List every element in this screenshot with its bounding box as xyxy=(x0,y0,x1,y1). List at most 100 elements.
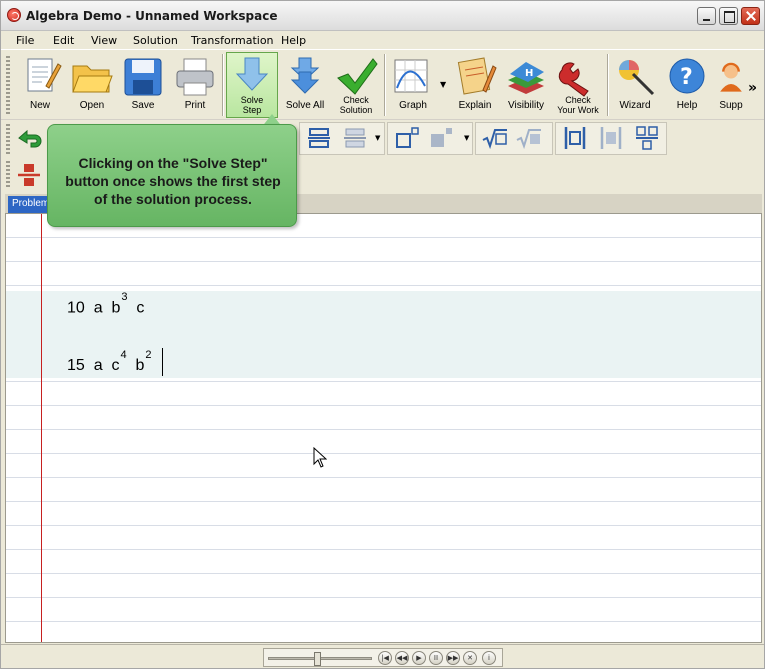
menu-transformation[interactable]: Transformation xyxy=(191,34,274,47)
toolbar-separator xyxy=(222,54,224,116)
support-button[interactable]: Supp xyxy=(713,52,749,118)
maximize-button[interactable] xyxy=(719,7,738,25)
toolbar-grip[interactable] xyxy=(6,56,10,114)
svg-text:?: ? xyxy=(680,65,693,90)
fraction-box-icon xyxy=(636,126,658,150)
floppy-disk-icon xyxy=(124,58,162,96)
align-options-button[interactable] xyxy=(341,124,369,152)
variable: c xyxy=(111,357,120,375)
notepad-icon xyxy=(457,57,497,95)
variable: b xyxy=(135,357,145,375)
text-caret xyxy=(161,348,163,376)
nth-root-button[interactable] xyxy=(515,124,543,152)
toolbar-separator xyxy=(384,54,386,116)
status-bar: |◀ ◀◀ ▶ II ▶▶ ✕ i xyxy=(1,644,764,668)
toolbar-separator xyxy=(607,54,609,116)
variable: b xyxy=(111,299,121,317)
play-icon[interactable]: ▶ xyxy=(412,651,426,665)
visibility-button[interactable]: H Visibility xyxy=(502,52,550,118)
fraction-box-button[interactable] xyxy=(633,124,661,152)
divide-button[interactable] xyxy=(15,161,43,189)
subscript-box-icon xyxy=(431,128,452,147)
undo-button[interactable] xyxy=(15,124,43,152)
tutorial-callout: Clicking on the "Solve Step" button once… xyxy=(47,124,297,227)
menu-edit[interactable]: Edit xyxy=(53,34,74,47)
rewind-icon[interactable]: ◀◀ xyxy=(395,651,409,665)
toolbar-overflow-button[interactable]: » xyxy=(748,80,757,96)
worksheet[interactable]: 10 a b3 c 15 a c4 b2 xyxy=(5,213,762,643)
info-icon[interactable]: i xyxy=(482,651,496,665)
expression-line-2[interactable]: 15 a c4 b2 xyxy=(67,348,163,380)
double-arrow-down-icon xyxy=(290,57,320,94)
checkmark-icon xyxy=(337,58,378,95)
box-dropdown-icon[interactable]: ▼ xyxy=(464,134,469,142)
fast-forward-icon[interactable]: ▶▶ xyxy=(446,651,460,665)
support-label: Supp xyxy=(719,100,743,111)
save-button[interactable]: Save xyxy=(119,52,167,118)
open-label: Open xyxy=(79,100,105,111)
mouse-pointer-icon xyxy=(313,447,327,468)
subscript-box-button[interactable] xyxy=(427,124,455,152)
exponent: 3 xyxy=(121,291,128,303)
solve-step-label: Solve Step xyxy=(240,95,264,115)
nth-root-icon xyxy=(516,129,541,150)
undo-arrow-icon xyxy=(18,129,42,148)
align-dropdown-icon[interactable]: ▼ xyxy=(375,134,380,142)
window-title: Algebra Demo - Unnamed Workspace xyxy=(26,9,278,23)
division-icon xyxy=(18,164,40,186)
check-solution-label: Check Solution xyxy=(339,95,373,115)
visibility-label: Visibility xyxy=(508,100,544,111)
explain-button[interactable]: Explain xyxy=(450,52,500,118)
expression-line-1[interactable]: 10 a b3 c xyxy=(67,291,145,317)
minimize-button[interactable] xyxy=(697,7,716,25)
menu-help[interactable]: Help xyxy=(281,34,306,47)
root-button[interactable] xyxy=(481,124,509,152)
margin-line xyxy=(41,214,42,642)
exponent: 2 xyxy=(145,348,152,361)
graph-label: Graph xyxy=(399,100,427,111)
print-button[interactable]: Print xyxy=(171,52,219,118)
solve-step-button[interactable]: Solve Step xyxy=(226,52,278,118)
check-your-work-button[interactable]: Check Your Work xyxy=(552,52,604,118)
open-button[interactable]: Open xyxy=(67,52,117,118)
magic-wand-icon xyxy=(619,60,655,96)
menu-solution[interactable]: Solution xyxy=(133,34,178,47)
stop-icon[interactable]: ✕ xyxy=(463,651,477,665)
close-button[interactable] xyxy=(741,7,760,25)
solve-all-button[interactable]: Solve All xyxy=(281,52,329,118)
wizard-button[interactable]: Wizard xyxy=(611,52,659,118)
align-lines-icon xyxy=(344,128,366,148)
check-your-work-label: Check Your Work xyxy=(557,95,599,115)
print-label: Print xyxy=(184,100,206,111)
toolbar-grip[interactable] xyxy=(6,161,10,189)
graph-dropdown-icon[interactable]: ▼ xyxy=(440,80,446,89)
align-center-button[interactable] xyxy=(305,124,333,152)
bracket-box-button[interactable] xyxy=(561,124,589,152)
superscript-box-button[interactable] xyxy=(393,124,421,152)
help-label: Help xyxy=(676,100,698,111)
toolbar-grip[interactable] xyxy=(6,124,10,154)
check-solution-button[interactable]: Check Solution xyxy=(331,52,381,118)
playback-slider-thumb[interactable] xyxy=(314,652,321,666)
menu-view[interactable]: View xyxy=(91,34,117,47)
bracket-fill-icon xyxy=(600,127,622,149)
help-button[interactable]: ? Help xyxy=(663,52,711,118)
bracket-fill-button[interactable] xyxy=(597,124,625,152)
folder-icon xyxy=(72,65,113,93)
help-icon: ? xyxy=(669,58,705,94)
pause-icon[interactable]: II xyxy=(429,651,443,665)
first-frame-icon[interactable]: |◀ xyxy=(378,651,392,665)
menu-bar: File Edit View Solution Transformation H… xyxy=(1,31,764,49)
wrench-icon xyxy=(558,62,589,97)
new-button[interactable]: New xyxy=(15,52,65,118)
new-label: New xyxy=(29,100,50,111)
menu-file[interactable]: File xyxy=(16,34,34,47)
variable: c xyxy=(136,299,145,317)
main-toolbar: New Open Save Print Solve Step Solve All… xyxy=(1,49,764,119)
graph-button[interactable]: Graph xyxy=(388,52,438,118)
coefficient: 10 xyxy=(67,299,85,317)
graph-icon xyxy=(394,59,428,93)
title-bar: Algebra Demo - Unnamed Workspace xyxy=(1,1,764,31)
arrow-down-icon xyxy=(235,57,269,91)
app-window: Algebra Demo - Unnamed Workspace File Ed… xyxy=(0,0,765,669)
